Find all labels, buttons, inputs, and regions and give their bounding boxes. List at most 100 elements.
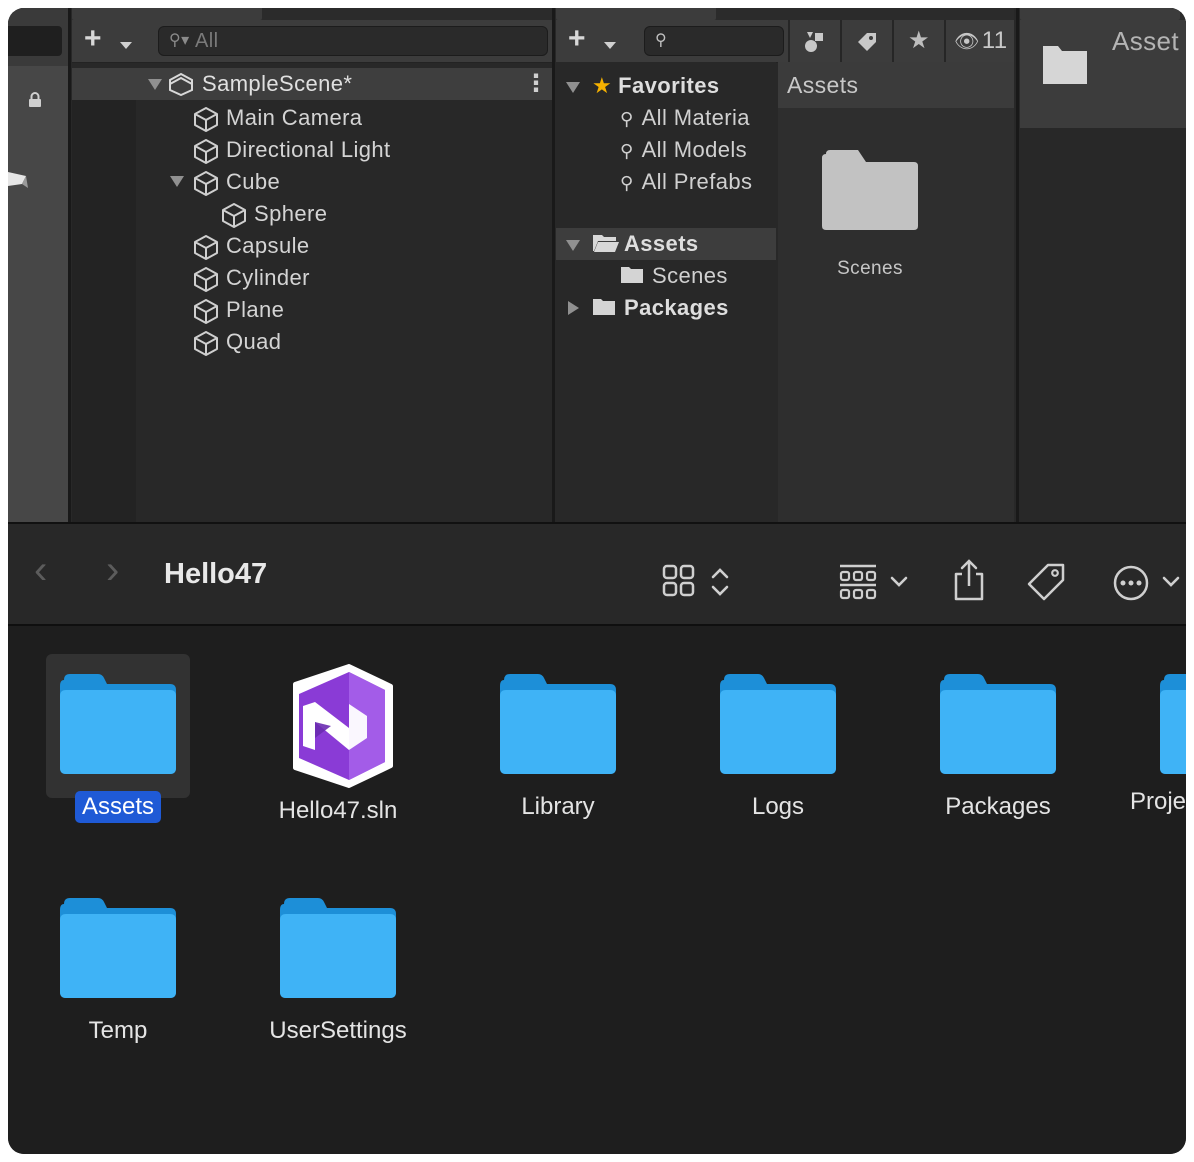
project-tab-strip: [556, 8, 1014, 20]
favorites-item[interactable]: ⚲ All Models: [620, 134, 747, 166]
assets-tree-item[interactable]: Assets: [592, 228, 699, 260]
favorite-button[interactable]: ★: [892, 20, 944, 62]
folder-icon: [1160, 674, 1186, 774]
share-icon[interactable]: [952, 558, 986, 602]
hierarchy-item-label: Cube: [226, 169, 281, 194]
tab-inspector[interactable]: [1020, 8, 1180, 20]
finder-item-label[interactable]: Proje: [1128, 786, 1186, 818]
finder-item-projectsettings[interactable]: Proje: [1128, 672, 1186, 872]
hierarchy-item[interactable]: Quad: [192, 326, 281, 358]
project-search-input[interactable]: ⚲: [644, 26, 784, 56]
hierarchy-item[interactable]: Cylinder: [192, 262, 310, 294]
unity-scene-icon: [169, 72, 193, 96]
scenes-tree-item[interactable]: Scenes: [620, 260, 728, 292]
project-folder-tree: ★ Favorites ⚲ All Materia ⚲ All Models ⚲ All…: [556, 62, 776, 522]
panel-divider[interactable]: [1016, 8, 1019, 522]
finder-item-label[interactable]: UserSettings: [262, 1015, 413, 1047]
search-icon: ⚲: [620, 109, 634, 129]
hierarchy-item[interactable]: Cube: [192, 166, 280, 198]
hierarchy-item-label: Capsule: [226, 233, 310, 258]
favorites-item[interactable]: ⚲ All Materia: [620, 102, 750, 134]
gameobject-cube-icon: [194, 171, 218, 197]
gameobject-cube-icon: [222, 203, 246, 229]
panel-divider[interactable]: [68, 8, 71, 522]
finder-item-assets[interactable]: Assets: [33, 672, 203, 823]
asset-grid-breadcrumb[interactable]: Assets: [778, 62, 1014, 108]
finder-item-library[interactable]: Library: [473, 672, 643, 823]
scene-menu-kebab-icon[interactable]: ⋮: [524, 68, 548, 100]
scene-header-row[interactable]: SampleScene* ⋮: [72, 68, 552, 100]
project-asset-grid: Assets Scenes: [778, 62, 1014, 522]
packages-tree-label: Packages: [624, 295, 729, 320]
inspector-panel: Asset: [1020, 8, 1186, 522]
favorites-section[interactable]: ★ Favorites: [592, 70, 720, 102]
scene-gizmo-icon[interactable]: [8, 166, 30, 196]
favorites-item[interactable]: ⚲ All Prefabs: [620, 166, 752, 198]
hierarchy-search-input[interactable]: ⚲▾ All: [158, 26, 548, 56]
forward-chevron-icon[interactable]: ›: [106, 548, 119, 593]
unity-editor: + ⚲▾ All SampleScene* ⋮ Main Camera Dire…: [8, 8, 1186, 522]
more-actions-icon[interactable]: [1112, 564, 1150, 602]
finder-item-label[interactable]: Assets: [74, 791, 162, 823]
scene-view-search[interactable]: [8, 26, 62, 56]
finder-item-label[interactable]: Logs: [745, 791, 811, 823]
chevron-down-icon[interactable]: [604, 42, 616, 49]
hierarchy-item[interactable]: Directional Light: [192, 134, 391, 166]
finder-item-solution[interactable]: Hello47.sln: [253, 664, 423, 827]
group-by-icon[interactable]: [838, 562, 878, 602]
finder-item-label[interactable]: Hello47.sln: [272, 795, 405, 827]
create-asset-button[interactable]: +: [568, 24, 586, 54]
collapse-arrow-icon[interactable]: [568, 301, 579, 315]
finder-item-label[interactable]: Packages: [938, 791, 1057, 823]
favorites-item-label: All Prefabs: [641, 169, 753, 194]
hierarchy-item[interactable]: Capsule: [192, 230, 310, 262]
visual-studio-icon: [293, 664, 393, 788]
panel-divider[interactable]: [552, 8, 555, 522]
hierarchy-item[interactable]: Sphere: [220, 198, 327, 230]
updown-chevron-icon[interactable]: [710, 566, 730, 598]
chevron-down-icon[interactable]: [890, 576, 908, 588]
add-object-button[interactable]: +: [84, 24, 102, 54]
icon-view-grid-icon[interactable]: [662, 564, 696, 598]
hierarchy-item-label: Directional Light: [226, 137, 391, 162]
hierarchy-item[interactable]: Plane: [192, 294, 284, 326]
finder-item-label[interactable]: Temp: [82, 1015, 155, 1047]
chevron-down-icon[interactable]: [120, 42, 132, 49]
finder-item-usersettings[interactable]: UserSettings: [253, 896, 423, 1047]
tab-project[interactable]: [556, 8, 716, 20]
scenes-tree-label: Scenes: [652, 263, 728, 288]
expand-arrow-icon[interactable]: [148, 79, 162, 90]
expand-arrow-icon[interactable]: [170, 176, 184, 187]
search-icon: ⚲: [620, 173, 634, 193]
expand-arrow-icon[interactable]: [566, 82, 580, 93]
finder-item-temp[interactable]: Temp: [33, 896, 203, 1047]
filter-by-type-button[interactable]: [788, 20, 840, 62]
finder-item-packages[interactable]: Packages: [913, 672, 1083, 823]
star-icon: ★: [592, 73, 613, 98]
finder-item-label[interactable]: Library: [514, 791, 601, 823]
filter-by-label-button[interactable]: [840, 20, 892, 62]
folder-icon: [280, 898, 396, 998]
finder-window-title: Hello47: [164, 558, 268, 590]
hierarchy-item[interactable]: Main Camera: [192, 102, 362, 134]
expand-arrow-icon[interactable]: [566, 240, 580, 251]
back-chevron-icon[interactable]: ‹: [34, 548, 47, 593]
hierarchy-item-label: Quad: [226, 329, 282, 354]
asset-grid-item[interactable]: Scenes: [818, 150, 922, 279]
tab-hierarchy[interactable]: [72, 8, 262, 20]
tag-icon[interactable]: [1026, 562, 1066, 602]
star-icon: ★: [908, 27, 930, 54]
hidden-packages-toggle[interactable]: 👁︎11: [944, 20, 1014, 62]
eye-hidden-icon: 👁︎: [954, 31, 980, 53]
search-icon: ⚲: [655, 32, 668, 49]
packages-tree-item[interactable]: Packages: [592, 292, 729, 324]
folder-icon: [593, 299, 615, 315]
lock-icon[interactable]: [28, 92, 42, 108]
chevron-down-icon[interactable]: [1162, 576, 1180, 588]
scene-view[interactable]: [8, 8, 68, 522]
hierarchy-item-label: Cylinder: [226, 265, 310, 290]
inspector-tab-strip: [1020, 8, 1186, 20]
finder-item-logs[interactable]: Logs: [693, 672, 863, 823]
favorites-item-label: All Materia: [641, 105, 750, 130]
finder-toolbar: ‹ › Hello47: [8, 522, 1186, 626]
